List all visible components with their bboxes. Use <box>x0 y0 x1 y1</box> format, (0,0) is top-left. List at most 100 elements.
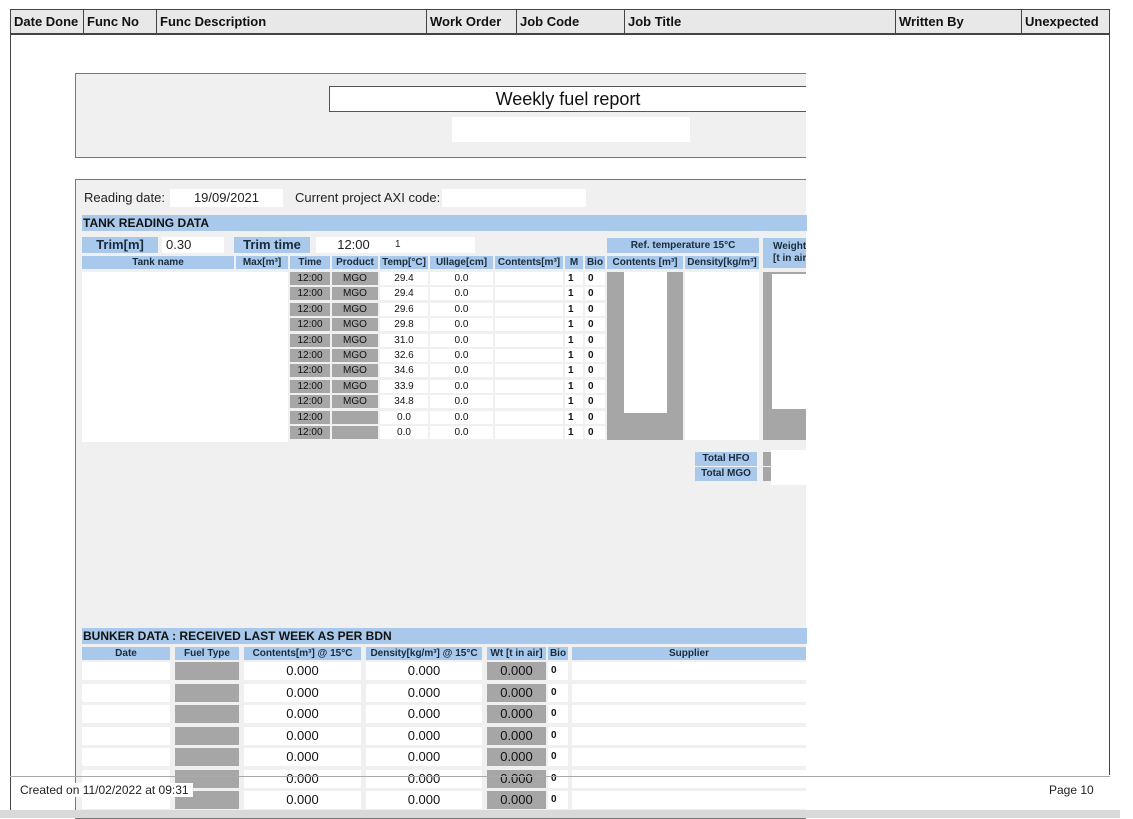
bunker-fuel-type-cell[interactable] <box>175 726 239 745</box>
tank-ullage-cell[interactable]: 0.0 <box>430 302 493 316</box>
tank-contents-cell[interactable] <box>495 272 563 285</box>
total-mgo-label: Total MGO <box>695 467 757 481</box>
tank-ullage-cell[interactable]: 0.0 <box>430 379 493 393</box>
tank-temp-cell[interactable]: 34.8 <box>380 395 428 409</box>
tank-contents-cell[interactable] <box>495 333 563 347</box>
column-header-job-code[interactable]: Job Code <box>517 10 625 34</box>
bunker-density-cell[interactable]: 0.000 <box>366 726 482 745</box>
column-header-unexpected[interactable]: Unexpected <box>1022 10 1109 34</box>
bunker-fuel-type-cell[interactable] <box>175 662 239 680</box>
column-header-func-description[interactable]: Func Description <box>157 10 427 34</box>
bunker-density-cell[interactable]: 0.000 <box>366 683 482 702</box>
tank-time-cell: 12:00 <box>290 426 330 439</box>
tank-temp-cell[interactable]: 0.0 <box>380 426 428 439</box>
axi-code-label: Current project AXI code: <box>295 190 441 205</box>
tank-m-cell: 1 <box>565 364 583 378</box>
ref-temperature-header: Ref. temperature 15°C <box>607 238 759 253</box>
created-timestamp: Created on 11/02/2022 at 09:31 <box>20 783 193 797</box>
total-mgo-marker <box>763 467 771 481</box>
frame-right-border <box>1109 35 1110 775</box>
tank-ullage-cell[interactable]: 0.0 <box>430 395 493 409</box>
bunker-density-cell[interactable]: 0.000 <box>366 705 482 723</box>
tank-temp-cell[interactable]: 29.8 <box>380 318 428 332</box>
bunker-density-cell[interactable]: 0.000 <box>366 748 482 766</box>
axi-code-field[interactable] <box>442 189 586 207</box>
tank-contents-cell[interactable] <box>495 364 563 378</box>
bunker-contents-cell[interactable]: 0.000 <box>244 726 361 745</box>
tank-contents-cell[interactable] <box>495 349 563 362</box>
bunker-contents-cell[interactable]: 0.000 <box>244 705 361 723</box>
tank-contents-cell[interactable] <box>495 318 563 332</box>
trim-time-field[interactable]: 12:00 <box>316 237 391 253</box>
tank-contents-cell[interactable] <box>495 395 563 409</box>
bunker-fuel-type-cell[interactable] <box>175 748 239 766</box>
tank-time-cell: 12:00 <box>290 287 330 301</box>
column-header-bunker-contents: Contents[m³] @ 15°C <box>244 647 361 660</box>
tank-ullage-cell[interactable]: 0.0 <box>430 287 493 301</box>
reading-date-field[interactable]: 19/09/2021 <box>170 189 283 207</box>
density-column[interactable] <box>685 272 759 440</box>
bunker-bio-cell[interactable]: 0 <box>548 705 568 723</box>
tank-temp-cell[interactable]: 29.6 <box>380 302 428 316</box>
bunker-supplier-cell[interactable] <box>572 705 806 723</box>
bunker-contents-cell[interactable]: 0.000 <box>244 683 361 702</box>
bunker-contents-cell[interactable]: 0.000 <box>244 662 361 680</box>
column-header-work-order[interactable]: Work Order <box>427 10 517 34</box>
tank-m-cell: 1 <box>565 287 583 301</box>
tank-ullage-cell[interactable]: 0.0 <box>430 426 493 439</box>
bunker-fuel-type-cell[interactable] <box>175 683 239 702</box>
column-header-bunker-bio: Bio <box>548 647 568 660</box>
tank-m-cell: 1 <box>565 410 583 424</box>
tank-ullage-cell[interactable]: 0.0 <box>430 410 493 424</box>
column-header-ref-contents: Contents [m³] <box>607 256 683 269</box>
tank-ullage-cell[interactable]: 0.0 <box>430 272 493 285</box>
tank-temp-cell[interactable]: 33.9 <box>380 379 428 393</box>
bunker-date-cell[interactable] <box>82 662 170 680</box>
bunker-supplier-cell[interactable] <box>572 662 806 680</box>
bunker-date-cell[interactable] <box>82 705 170 723</box>
tank-ullage-cell[interactable]: 0.0 <box>430 318 493 332</box>
bunker-date-cell[interactable] <box>82 683 170 702</box>
trim-time-label: Trim time <box>234 237 310 253</box>
bunker-density-cell[interactable]: 0.000 <box>366 662 482 680</box>
tank-m-cell: 1 <box>565 426 583 439</box>
column-header-job-title[interactable]: Job Title <box>625 10 896 34</box>
column-header-max: Max[m³] <box>236 256 288 269</box>
bunker-date-cell[interactable] <box>82 748 170 766</box>
bunker-supplier-cell[interactable] <box>572 748 806 766</box>
bunker-supplier-cell[interactable] <box>572 726 806 745</box>
tank-ullage-cell[interactable]: 0.0 <box>430 349 493 362</box>
weight-field[interactable] <box>772 274 806 409</box>
tank-temp-cell[interactable]: 29.4 <box>380 287 428 301</box>
tank-temp-cell[interactable]: 34.6 <box>380 364 428 378</box>
bunker-date-cell[interactable] <box>82 726 170 745</box>
tank-contents-cell[interactable] <box>495 287 563 301</box>
ref-contents-field[interactable] <box>624 272 667 413</box>
bunker-supplier-cell[interactable] <box>572 683 806 702</box>
tank-time-cell: 12:00 <box>290 364 330 378</box>
bunker-fuel-type-cell[interactable] <box>175 705 239 723</box>
column-header-ullage: Ullage[cm] <box>430 256 493 269</box>
bunker-bio-cell[interactable]: 0 <box>548 748 568 766</box>
bunker-bio-cell[interactable]: 0 <box>548 662 568 680</box>
tank-temp-cell[interactable]: 0.0 <box>380 410 428 424</box>
trim-extra-field[interactable]: 1 <box>391 237 475 253</box>
tank-time-cell: 12:00 <box>290 318 330 332</box>
tank-ullage-cell[interactable]: 0.0 <box>430 333 493 347</box>
column-header-written-by[interactable]: Written By <box>896 10 1022 34</box>
tank-temp-cell[interactable]: 32.6 <box>380 349 428 362</box>
tank-contents-cell[interactable] <box>495 379 563 393</box>
tank-temp-cell[interactable]: 29.4 <box>380 272 428 285</box>
tank-contents-cell[interactable] <box>495 410 563 424</box>
column-header-date-done[interactable]: Date Done <box>11 10 84 34</box>
tank-contents-cell[interactable] <box>495 302 563 316</box>
tank-time-cell: 12:00 <box>290 410 330 424</box>
bunker-bio-cell[interactable]: 0 <box>548 726 568 745</box>
column-header-func-no[interactable]: Func No <box>84 10 157 34</box>
bunker-bio-cell[interactable]: 0 <box>548 683 568 702</box>
tank-ullage-cell[interactable]: 0.0 <box>430 364 493 378</box>
bunker-contents-cell[interactable]: 0.000 <box>244 748 361 766</box>
trim-value-field[interactable]: 0.30 <box>162 237 224 253</box>
tank-temp-cell[interactable]: 31.0 <box>380 333 428 347</box>
tank-contents-cell[interactable] <box>495 426 563 439</box>
